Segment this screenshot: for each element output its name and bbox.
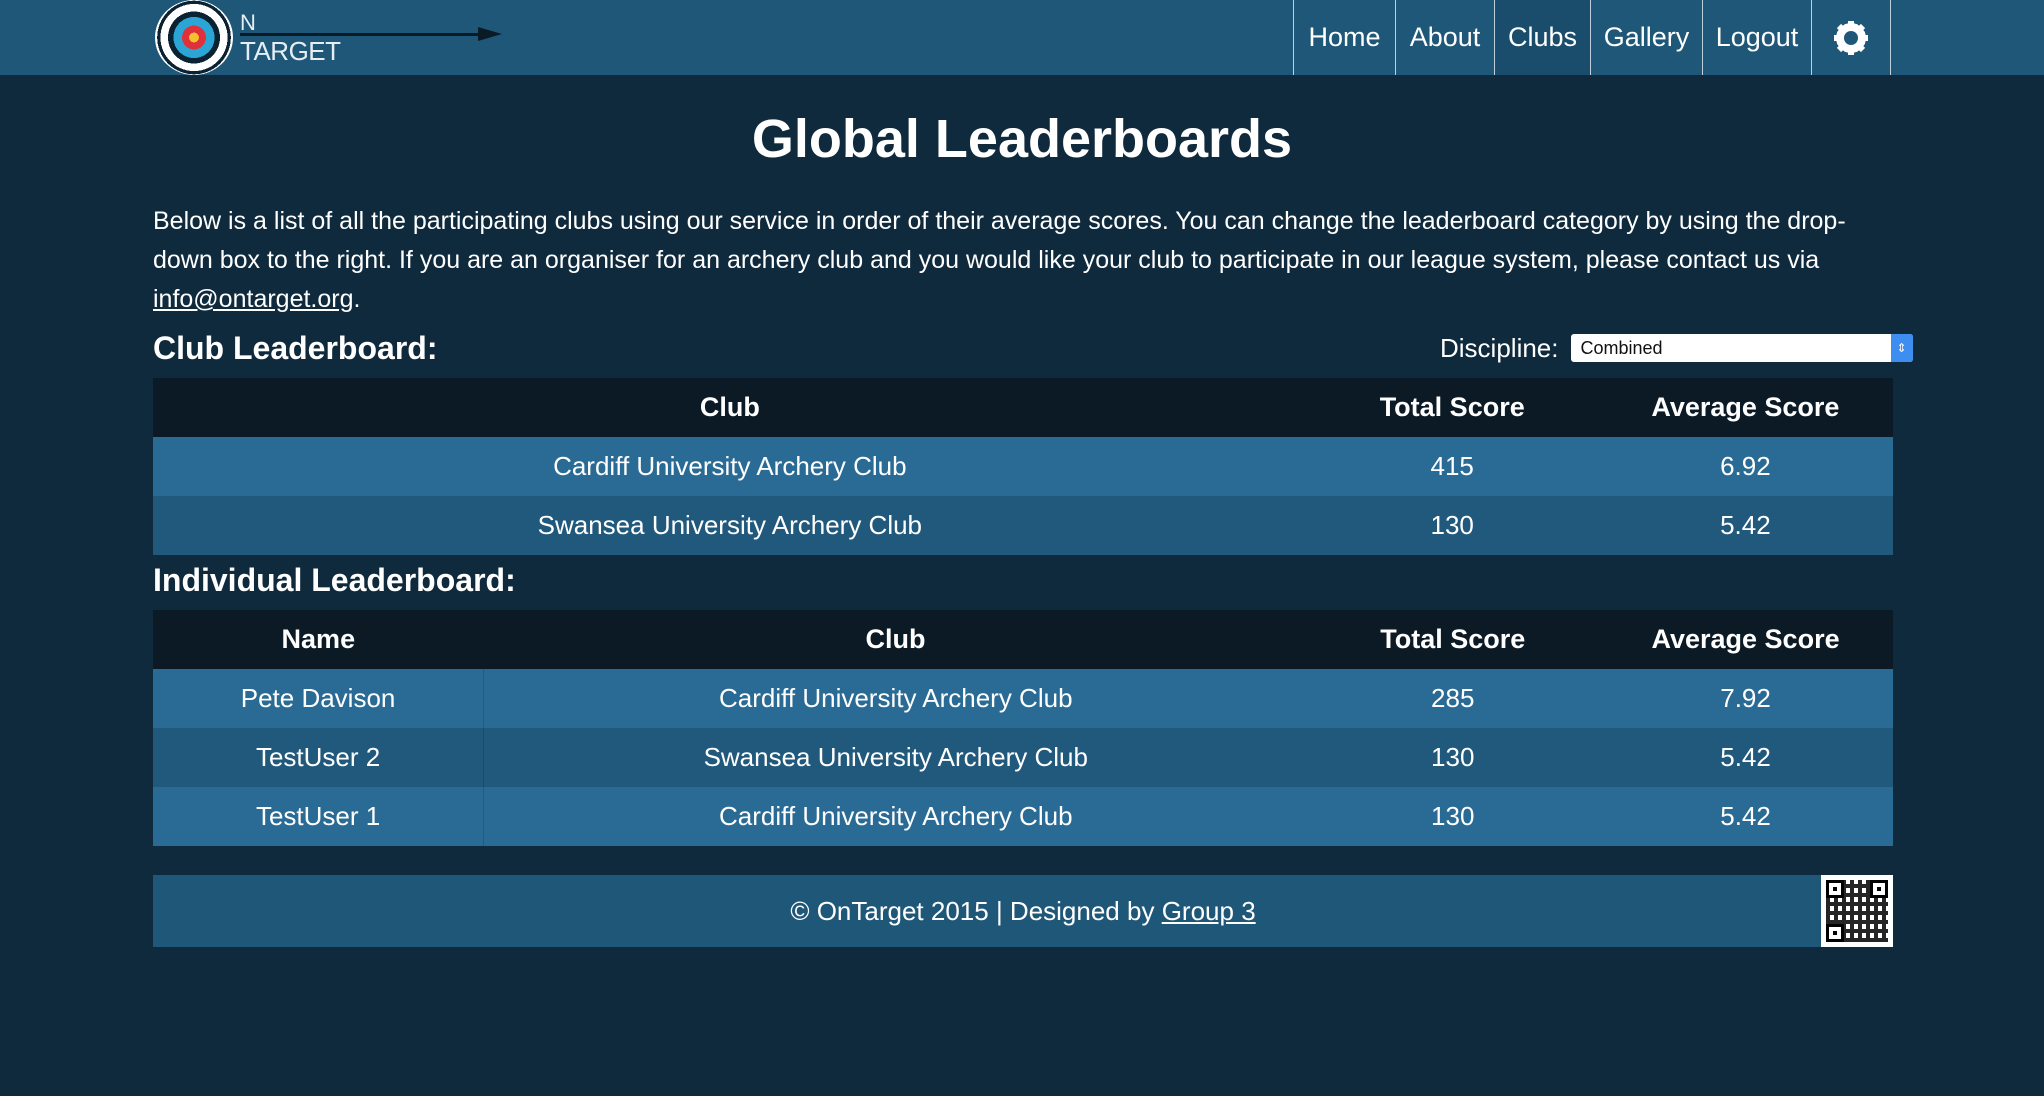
average-score-cell: 6.92 (1597, 437, 1893, 496)
table-row: Swansea University Archery Club 130 5.42 (153, 496, 1893, 555)
individual-leaderboard-heading: Individual Leaderboard: (153, 562, 516, 598)
club-name-cell: Swansea University Archery Club (153, 496, 1307, 555)
intro-end: . (353, 285, 361, 313)
nav-about[interactable]: About (1395, 0, 1494, 75)
nav-gallery[interactable]: Gallery (1590, 0, 1702, 75)
average-score-cell: 7.92 (1598, 669, 1893, 728)
column-header-total-score[interactable]: Total Score (1307, 610, 1599, 669)
club-leaderboard-heading: Club Leaderboard: (153, 330, 438, 366)
page-title: Global Leaderboards (751, 109, 1293, 169)
logo-text-top: N (240, 10, 256, 35)
page-footer: © OnTarget 2015 | Designed by Group 3 (153, 875, 1893, 947)
nav-settings[interactable] (1811, 0, 1891, 75)
individual-leaderboard-table: Name Club Total Score Average Score Pete… (153, 610, 1893, 846)
table-row: Cardiff University Archery Club 415 6.92 (153, 437, 1893, 496)
nav-clubs[interactable]: Clubs (1494, 0, 1590, 75)
qr-code-icon (1821, 875, 1893, 947)
table-row: Pete Davison Cardiff University Archery … (153, 669, 1893, 728)
column-header-name[interactable]: Name (153, 610, 484, 669)
club-name-cell: Swansea University Archery Club (483, 728, 1308, 787)
window-bottom-edge (0, 1096, 2044, 1101)
footer-text: © OnTarget 2015 | Designed by (790, 895, 1155, 926)
select-arrows-icon: ⇕ (1890, 334, 1913, 362)
column-header-total-score[interactable]: Total Score (1306, 378, 1598, 437)
club-leaderboard-table: Club Total Score Average Score Cardiff U… (153, 378, 1893, 555)
logo-text-bottom: TARGET (240, 36, 341, 66)
average-score-cell: 5.42 (1598, 787, 1893, 846)
table-row: TestUser 2 Swansea University Archery Cl… (153, 728, 1893, 787)
discipline-selected-value: Combined (1580, 338, 1663, 358)
intro-paragraph: Below is a list of all the participating… (153, 202, 1893, 319)
arrowhead-icon (478, 27, 502, 41)
table-header-row: Club Total Score Average Score (153, 378, 1893, 437)
discipline-select[interactable]: Combined ⇕ (1570, 334, 1913, 362)
intro-text: Below is a list of all the participating… (153, 207, 1846, 274)
club-name-cell: Cardiff University Archery Club (483, 669, 1308, 728)
footer-group-link[interactable]: Group 3 (1162, 896, 1256, 927)
main-nav: Home About Clubs Gallery Logout (1293, 0, 1891, 75)
target-icon (155, 0, 233, 75)
total-score-cell: 285 (1307, 669, 1599, 728)
column-header-club[interactable]: Club (153, 378, 1307, 437)
archer-name-cell: TestUser 2 (153, 728, 485, 787)
total-score-cell: 130 (1307, 728, 1599, 787)
nav-logout[interactable]: Logout (1702, 0, 1811, 75)
ontarget-logo[interactable]: N TARGET (150, 0, 502, 75)
club-name-cell: Cardiff University Archery Club (153, 437, 1307, 496)
total-score-cell: 130 (1306, 496, 1598, 555)
table-row: TestUser 1 Cardiff University Archery Cl… (153, 787, 1893, 846)
average-score-cell: 5.42 (1597, 496, 1893, 555)
contact-email-link[interactable]: info@ontarget.org (153, 285, 354, 313)
column-header-average-score[interactable]: Average Score (1597, 378, 1893, 437)
top-navbar: N TARGET Home About Clubs Gallery Logout (0, 0, 2044, 75)
archer-name-cell: TestUser 1 (153, 787, 485, 846)
discipline-label: Discipline: (1440, 332, 1559, 363)
table-header-row: Name Club Total Score Average Score (153, 610, 1893, 669)
column-header-club[interactable]: Club (483, 610, 1308, 669)
nav-home[interactable]: Home (1293, 0, 1395, 75)
column-header-average-score[interactable]: Average Score (1598, 610, 1893, 669)
club-name-cell: Cardiff University Archery Club (483, 787, 1308, 846)
discipline-filter: Discipline: Combined ⇕ (1440, 333, 1913, 363)
total-score-cell: 130 (1307, 787, 1599, 846)
average-score-cell: 5.42 (1598, 728, 1893, 787)
gear-icon (1834, 20, 1868, 55)
total-score-cell: 415 (1306, 437, 1598, 496)
archer-name-cell: Pete Davison (153, 669, 485, 728)
